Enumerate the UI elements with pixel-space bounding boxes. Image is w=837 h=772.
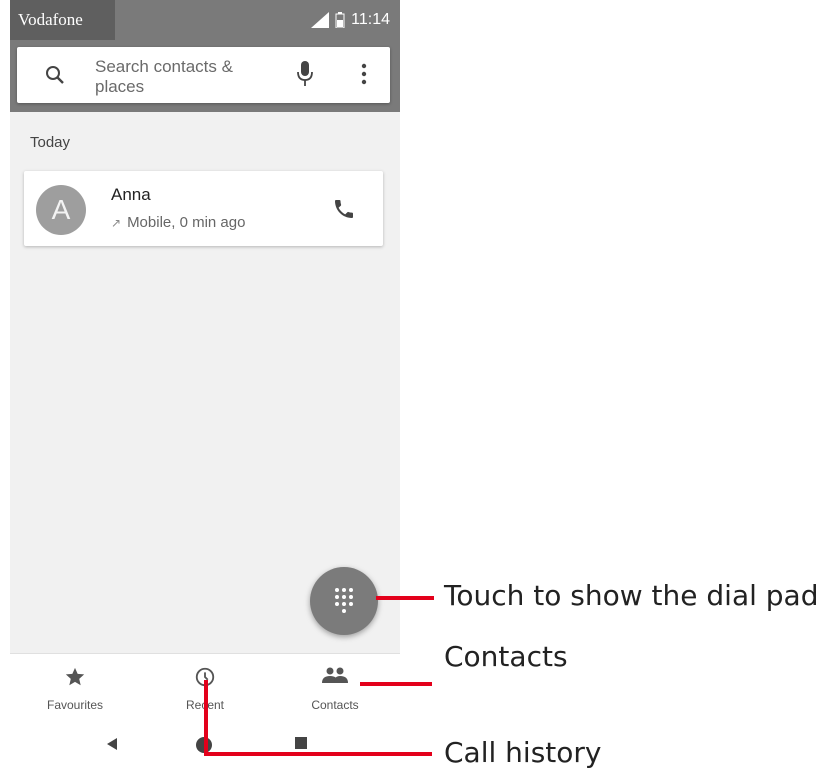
people-icon [270, 666, 400, 691]
section-header-today: Today [30, 134, 71, 151]
outgoing-call-icon: ↗ [111, 215, 122, 230]
status-icons: 11:14 [311, 0, 390, 40]
tab-label-favourites: Favourites [46, 698, 104, 712]
tab-label-contacts: Contacts [311, 698, 359, 712]
back-icon[interactable] [105, 736, 119, 752]
call-details: ↗ Mobile, 0 min ago [111, 214, 245, 231]
more-options-icon[interactable] [361, 63, 367, 85]
avatar[interactable]: A [36, 185, 86, 235]
carrier-name: Vodafone [10, 0, 115, 40]
contacts-callout-line [360, 682, 432, 686]
tab-favourites[interactable]: Favourites [10, 654, 140, 724]
dialpad-button[interactable] [310, 567, 378, 635]
call-detail-text: Mobile, 0 min ago [127, 214, 246, 231]
phone-screen: Vodafone 11:14 Search contacts & places [10, 0, 400, 772]
recents-icon[interactable] [294, 736, 308, 750]
phone-call-icon[interactable] [332, 197, 356, 221]
call-log-entry[interactable]: A Anna ↗ Mobile, 0 min ago [24, 171, 383, 246]
history-callout-line-vertical [204, 680, 208, 756]
history-callout-line-horizontal [204, 752, 432, 756]
history-callout-label: Call history [444, 736, 602, 769]
signal-icon [311, 12, 330, 28]
battery-icon [335, 12, 345, 28]
search-box[interactable]: Search contacts & places [17, 47, 390, 103]
contact-name: Anna [111, 185, 151, 204]
search-bar-container: Search contacts & places [10, 40, 400, 112]
microphone-icon[interactable] [297, 61, 313, 87]
contacts-callout-label: Contacts [444, 640, 568, 673]
search-icon[interactable] [45, 65, 65, 85]
clock-time: 11:14 [351, 11, 390, 28]
dialpad-callout-label: Touch to show the dial pad [444, 579, 819, 612]
star-icon [10, 666, 140, 693]
search-input[interactable]: Search contacts & places [95, 57, 265, 97]
dialpad-callout-line [376, 596, 434, 600]
status-bar: Vodafone 11:14 [10, 0, 400, 40]
dialpad-icon [335, 588, 353, 613]
tab-contacts[interactable]: Contacts [270, 654, 400, 724]
